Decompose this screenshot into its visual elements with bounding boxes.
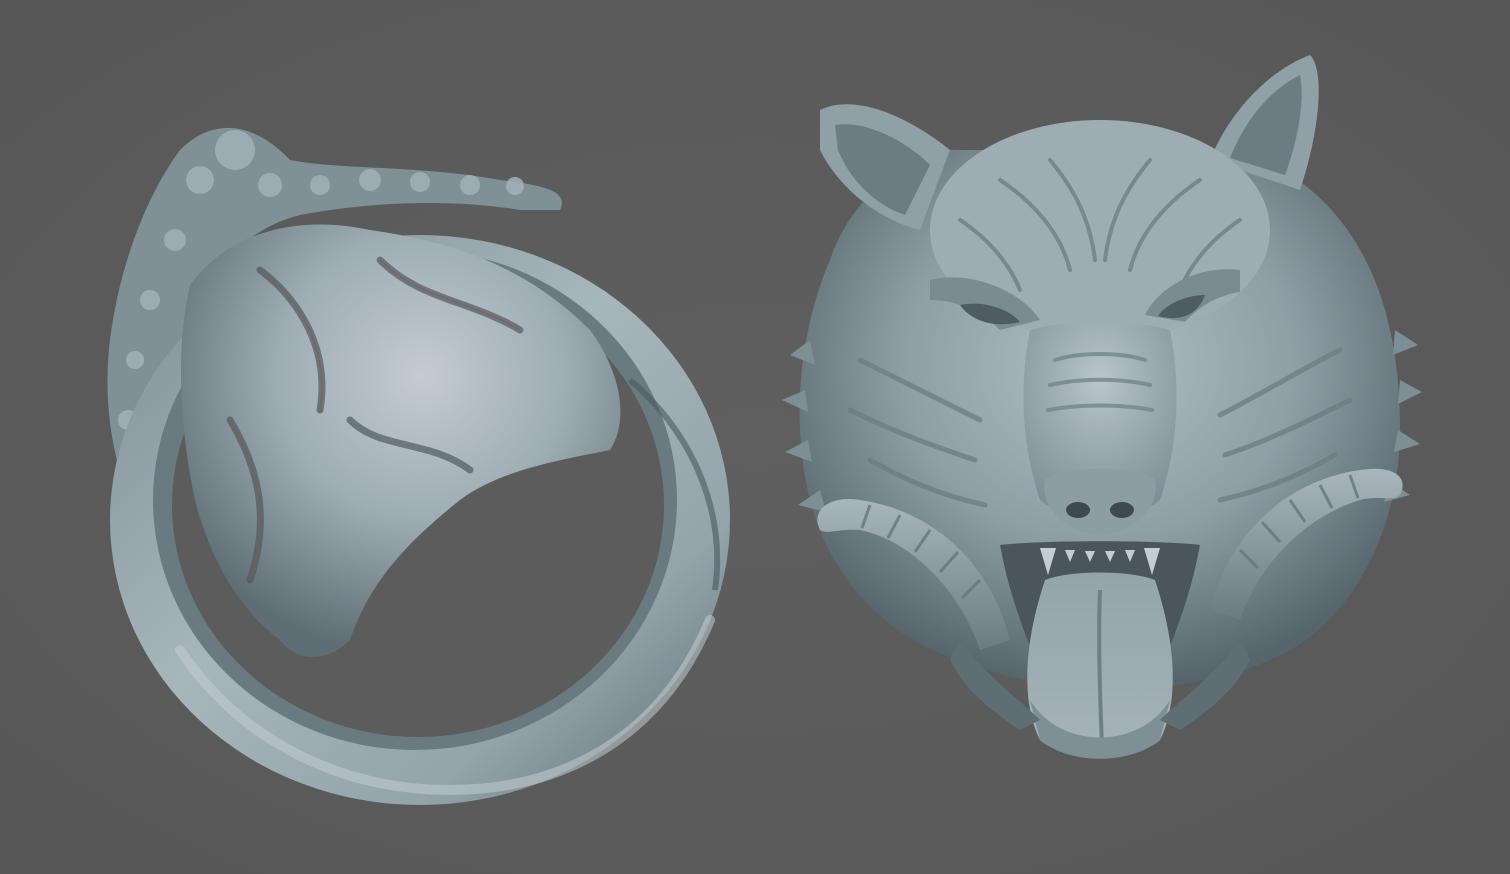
wolf-nostril-right (1110, 502, 1134, 518)
wolf-nostril-left (1066, 502, 1090, 518)
sculpt-viewport[interactable] (0, 0, 1510, 874)
render-canvas (0, 0, 1510, 874)
